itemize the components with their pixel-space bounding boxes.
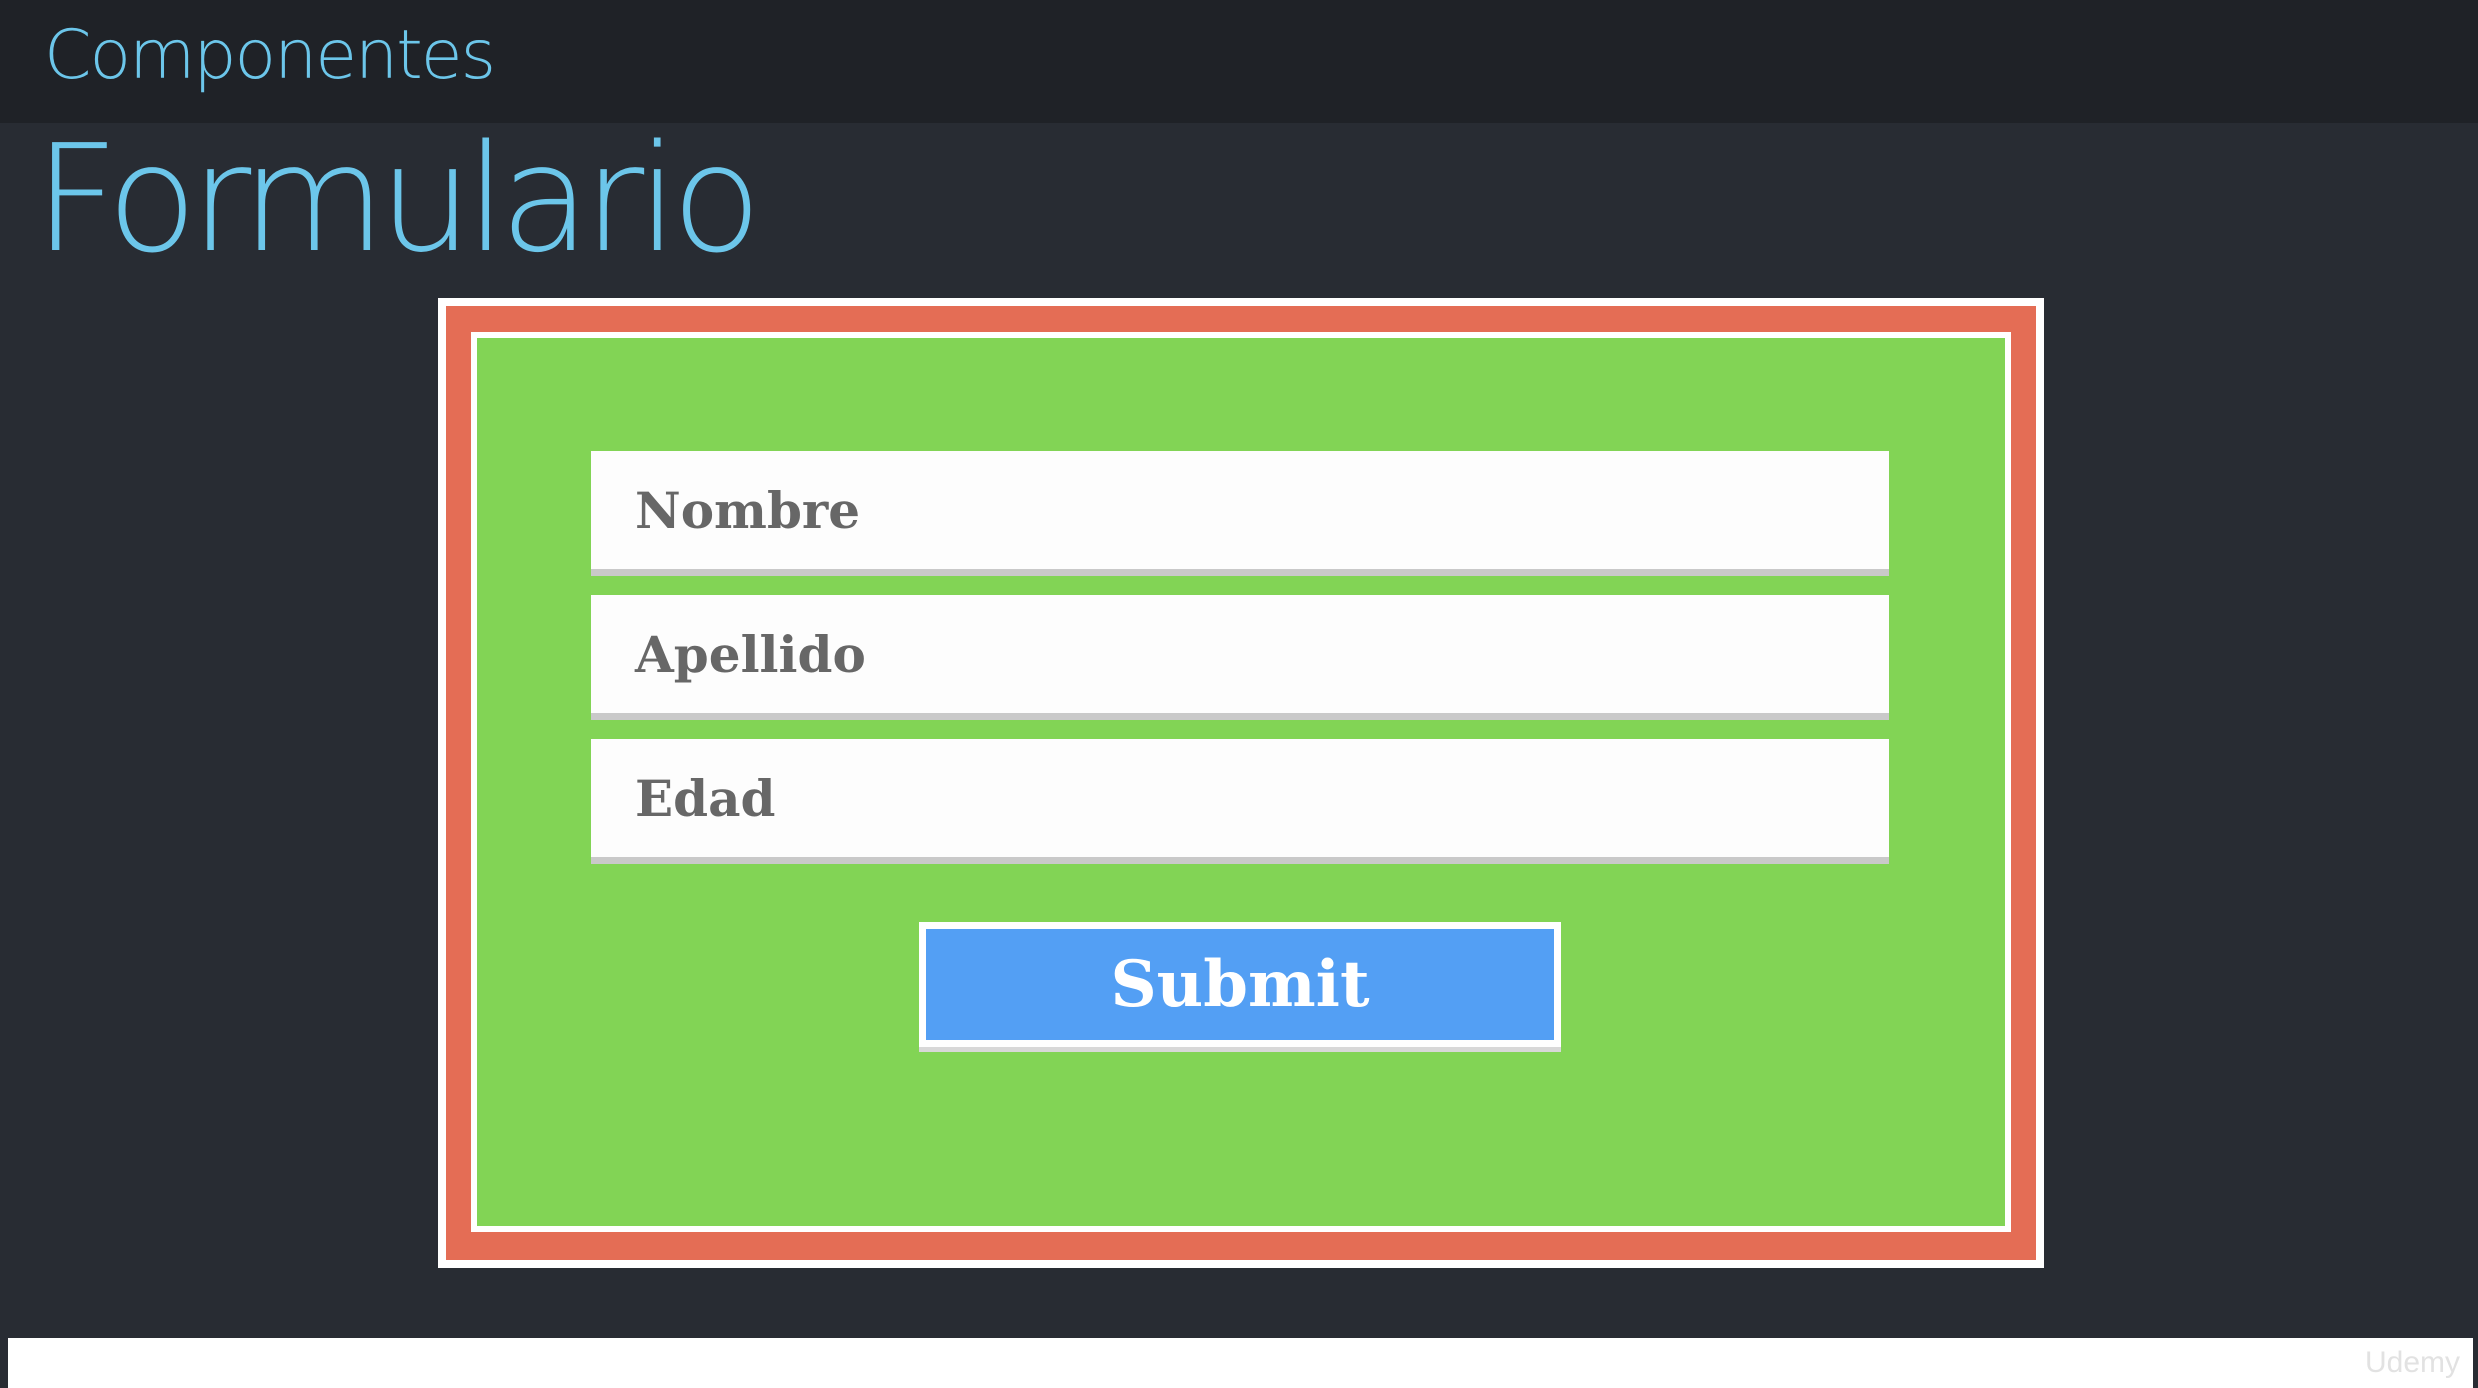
submit-label: Submit xyxy=(1110,947,1370,1022)
page-title: Formulario xyxy=(34,113,762,285)
edad-placeholder: Edad xyxy=(635,768,776,828)
form-border-white: Nombre Apellido Edad Submit xyxy=(471,332,2011,1232)
bottom-bar xyxy=(8,1338,2473,1388)
form-frame: Nombre Apellido Edad Submit xyxy=(438,298,2044,1268)
apellido-input[interactable]: Apellido xyxy=(591,595,1889,720)
nombre-placeholder: Nombre xyxy=(635,480,861,540)
form-panel: Nombre Apellido Edad Submit xyxy=(477,338,2005,1226)
apellido-placeholder: Apellido xyxy=(635,624,866,684)
nombre-input[interactable]: Nombre xyxy=(591,451,1889,576)
udemy-watermark: Udemy xyxy=(2364,1346,2460,1379)
edad-input[interactable]: Edad xyxy=(591,739,1889,864)
submit-button-face[interactable]: Submit xyxy=(926,929,1554,1040)
submit-button[interactable]: Submit xyxy=(919,922,1561,1052)
section-label: Componentes xyxy=(44,16,496,95)
form-border-red: Nombre Apellido Edad Submit xyxy=(446,306,2036,1260)
